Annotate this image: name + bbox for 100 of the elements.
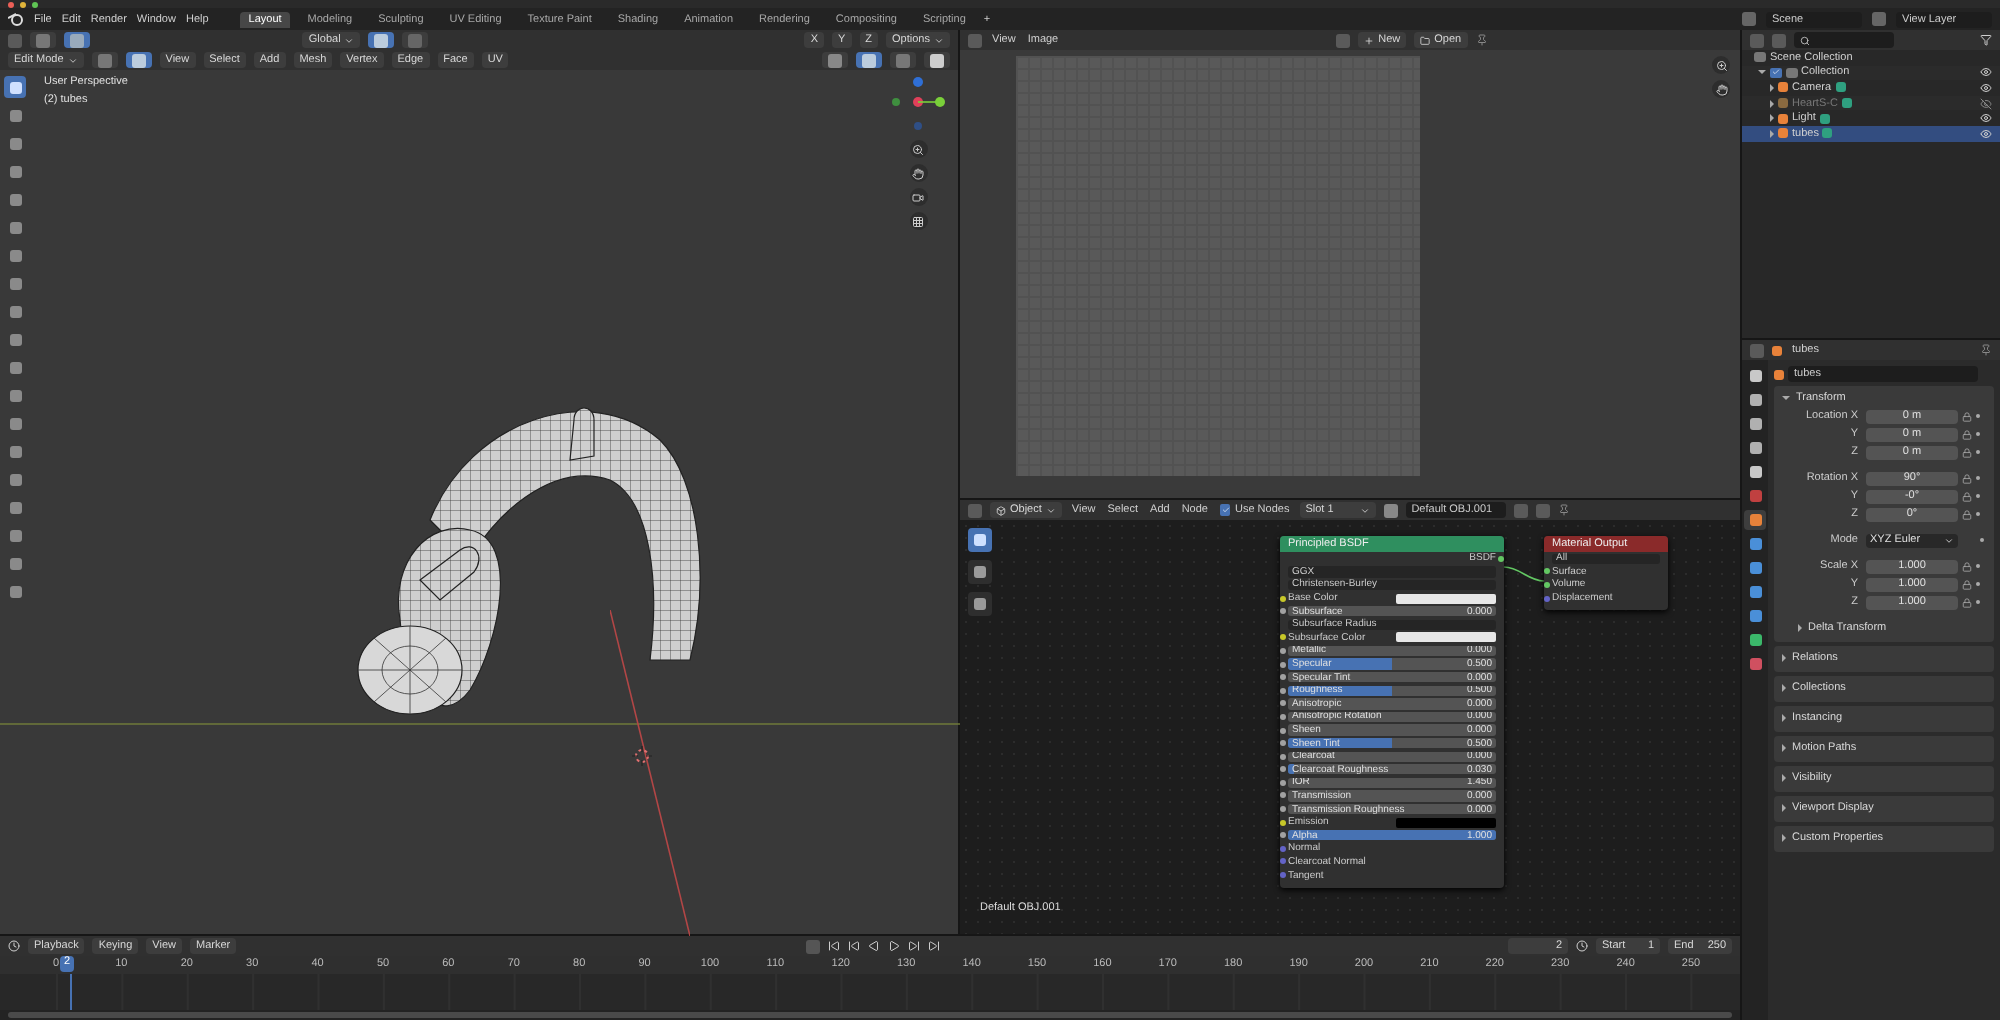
jump-start-icon[interactable]	[827, 940, 840, 952]
camera-icon[interactable]	[909, 188, 927, 206]
eye-icon[interactable]	[1980, 112, 1992, 125]
properties-tab[interactable]	[1744, 510, 1766, 530]
play-reverse-icon[interactable]	[867, 940, 880, 952]
tool-button[interactable]	[4, 552, 26, 574]
tool-button[interactable]	[4, 468, 26, 490]
properties-tab[interactable]	[1744, 630, 1766, 650]
next-keyframe-icon[interactable]	[907, 940, 920, 952]
close-icon[interactable]	[8, 1, 14, 7]
expand-arrow-icon[interactable]	[1798, 624, 1802, 632]
expand-arrow-icon[interactable]	[1770, 129, 1774, 138]
tool-button[interactable]	[968, 592, 992, 616]
color-swatch[interactable]	[1396, 632, 1496, 643]
tool-button[interactable]	[4, 384, 26, 406]
node-link	[1504, 566, 1544, 582]
scrollbar[interactable]	[8, 1012, 1732, 1018]
tool-button[interactable]	[4, 132, 26, 154]
expand-arrow-icon[interactable]	[1782, 396, 1790, 400]
pin-icon[interactable]	[1475, 34, 1488, 46]
expand-arrow-icon[interactable]	[1782, 834, 1786, 842]
eye-icon[interactable]	[1980, 66, 1992, 79]
expand-arrow-icon[interactable]	[1782, 804, 1786, 812]
maximize-icon[interactable]	[32, 1, 38, 7]
tool-button[interactable]	[4, 216, 26, 238]
properties-tab[interactable]	[1744, 606, 1766, 626]
expand-arrow-icon[interactable]	[1782, 654, 1786, 662]
lock-icon[interactable]	[1962, 509, 1972, 519]
jump-end-icon[interactable]	[927, 940, 940, 952]
edge-select-button[interactable]	[125, 52, 152, 68]
tool-button[interactable]	[4, 272, 26, 294]
caret-icon	[344, 35, 355, 45]
properties-tab[interactable]	[1744, 438, 1766, 458]
expand-arrow-icon[interactable]	[1770, 83, 1774, 92]
expand-arrow-icon[interactable]	[1782, 714, 1786, 722]
tool-button[interactable]	[4, 76, 26, 98]
zoom-icon[interactable]	[1712, 56, 1730, 74]
properties-tab[interactable]	[1744, 582, 1766, 602]
xray-button[interactable]	[890, 52, 916, 68]
lock-icon[interactable]	[1962, 473, 1972, 483]
overlay-button[interactable]	[856, 52, 882, 68]
expand-arrow-icon[interactable]	[1782, 744, 1786, 752]
tool-button[interactable]	[4, 580, 26, 602]
select-box-button[interactable]	[30, 32, 56, 48]
tool-button[interactable]	[4, 188, 26, 210]
lock-icon[interactable]	[1962, 561, 1972, 571]
tool-button[interactable]	[4, 160, 26, 182]
properties-tab[interactable]	[1744, 414, 1766, 434]
lock-icon[interactable]	[1962, 411, 1972, 421]
properties-tab[interactable]	[1744, 462, 1766, 482]
color-swatch[interactable]	[1396, 817, 1496, 828]
tool-button[interactable]	[4, 356, 26, 378]
minimize-icon[interactable]	[20, 1, 26, 7]
hand-icon[interactable]	[1712, 80, 1730, 98]
pin-icon[interactable]	[1557, 504, 1570, 516]
properties-tab[interactable]	[1744, 390, 1766, 410]
tool-button[interactable]	[968, 528, 992, 552]
tool-button[interactable]	[4, 300, 26, 322]
tool-button[interactable]	[4, 440, 26, 462]
pin-icon[interactable]	[1980, 344, 1992, 356]
grid-icon[interactable]	[909, 212, 927, 230]
lock-icon[interactable]	[1962, 429, 1972, 439]
prev-keyframe-icon[interactable]	[847, 940, 860, 952]
tool-button[interactable]	[4, 496, 26, 518]
select-mode-button[interactable]	[64, 32, 90, 48]
gizmo-button[interactable]	[822, 52, 848, 68]
properties-tab[interactable]	[1744, 366, 1766, 386]
lock-icon[interactable]	[1962, 491, 1972, 501]
tool-button[interactable]	[4, 244, 26, 266]
expand-arrow-icon[interactable]	[1782, 684, 1786, 692]
snap-button[interactable]	[368, 32, 395, 48]
zoom-icon[interactable]	[909, 140, 927, 158]
caret-icon	[1944, 535, 1954, 545]
lock-icon[interactable]	[1962, 447, 1972, 457]
tool-button[interactable]	[4, 412, 26, 434]
plus-icon	[1364, 35, 1375, 45]
expand-arrow-icon[interactable]	[1770, 114, 1774, 123]
color-swatch[interactable]	[1396, 593, 1496, 604]
tool-button[interactable]	[4, 524, 26, 546]
eye-icon[interactable]	[1980, 127, 1992, 140]
expand-arrow-icon[interactable]	[1758, 70, 1766, 75]
checkbox[interactable]	[1770, 67, 1781, 79]
expand-arrow-icon[interactable]	[1782, 774, 1786, 782]
hand-icon[interactable]	[909, 164, 927, 182]
tool-button[interactable]	[4, 328, 26, 350]
caret-icon	[934, 35, 944, 45]
tool-button[interactable]	[4, 104, 26, 126]
axis-gizmo-drawing[interactable]	[888, 74, 948, 134]
principled-node[interactable]	[1280, 536, 1504, 888]
search-field[interactable]	[1794, 32, 1894, 48]
properties-tab[interactable]	[1744, 534, 1766, 554]
search-icon	[1800, 35, 1810, 45]
lock-icon[interactable]	[1962, 579, 1972, 589]
tool-button[interactable]	[968, 560, 992, 584]
eye-icon[interactable]	[1980, 81, 1992, 94]
eye-closed-icon[interactable]	[1980, 97, 1992, 110]
play-icon[interactable]	[887, 940, 900, 952]
shading-button[interactable]	[924, 52, 950, 68]
lock-icon[interactable]	[1962, 597, 1972, 607]
properties-tab[interactable]	[1744, 558, 1766, 578]
